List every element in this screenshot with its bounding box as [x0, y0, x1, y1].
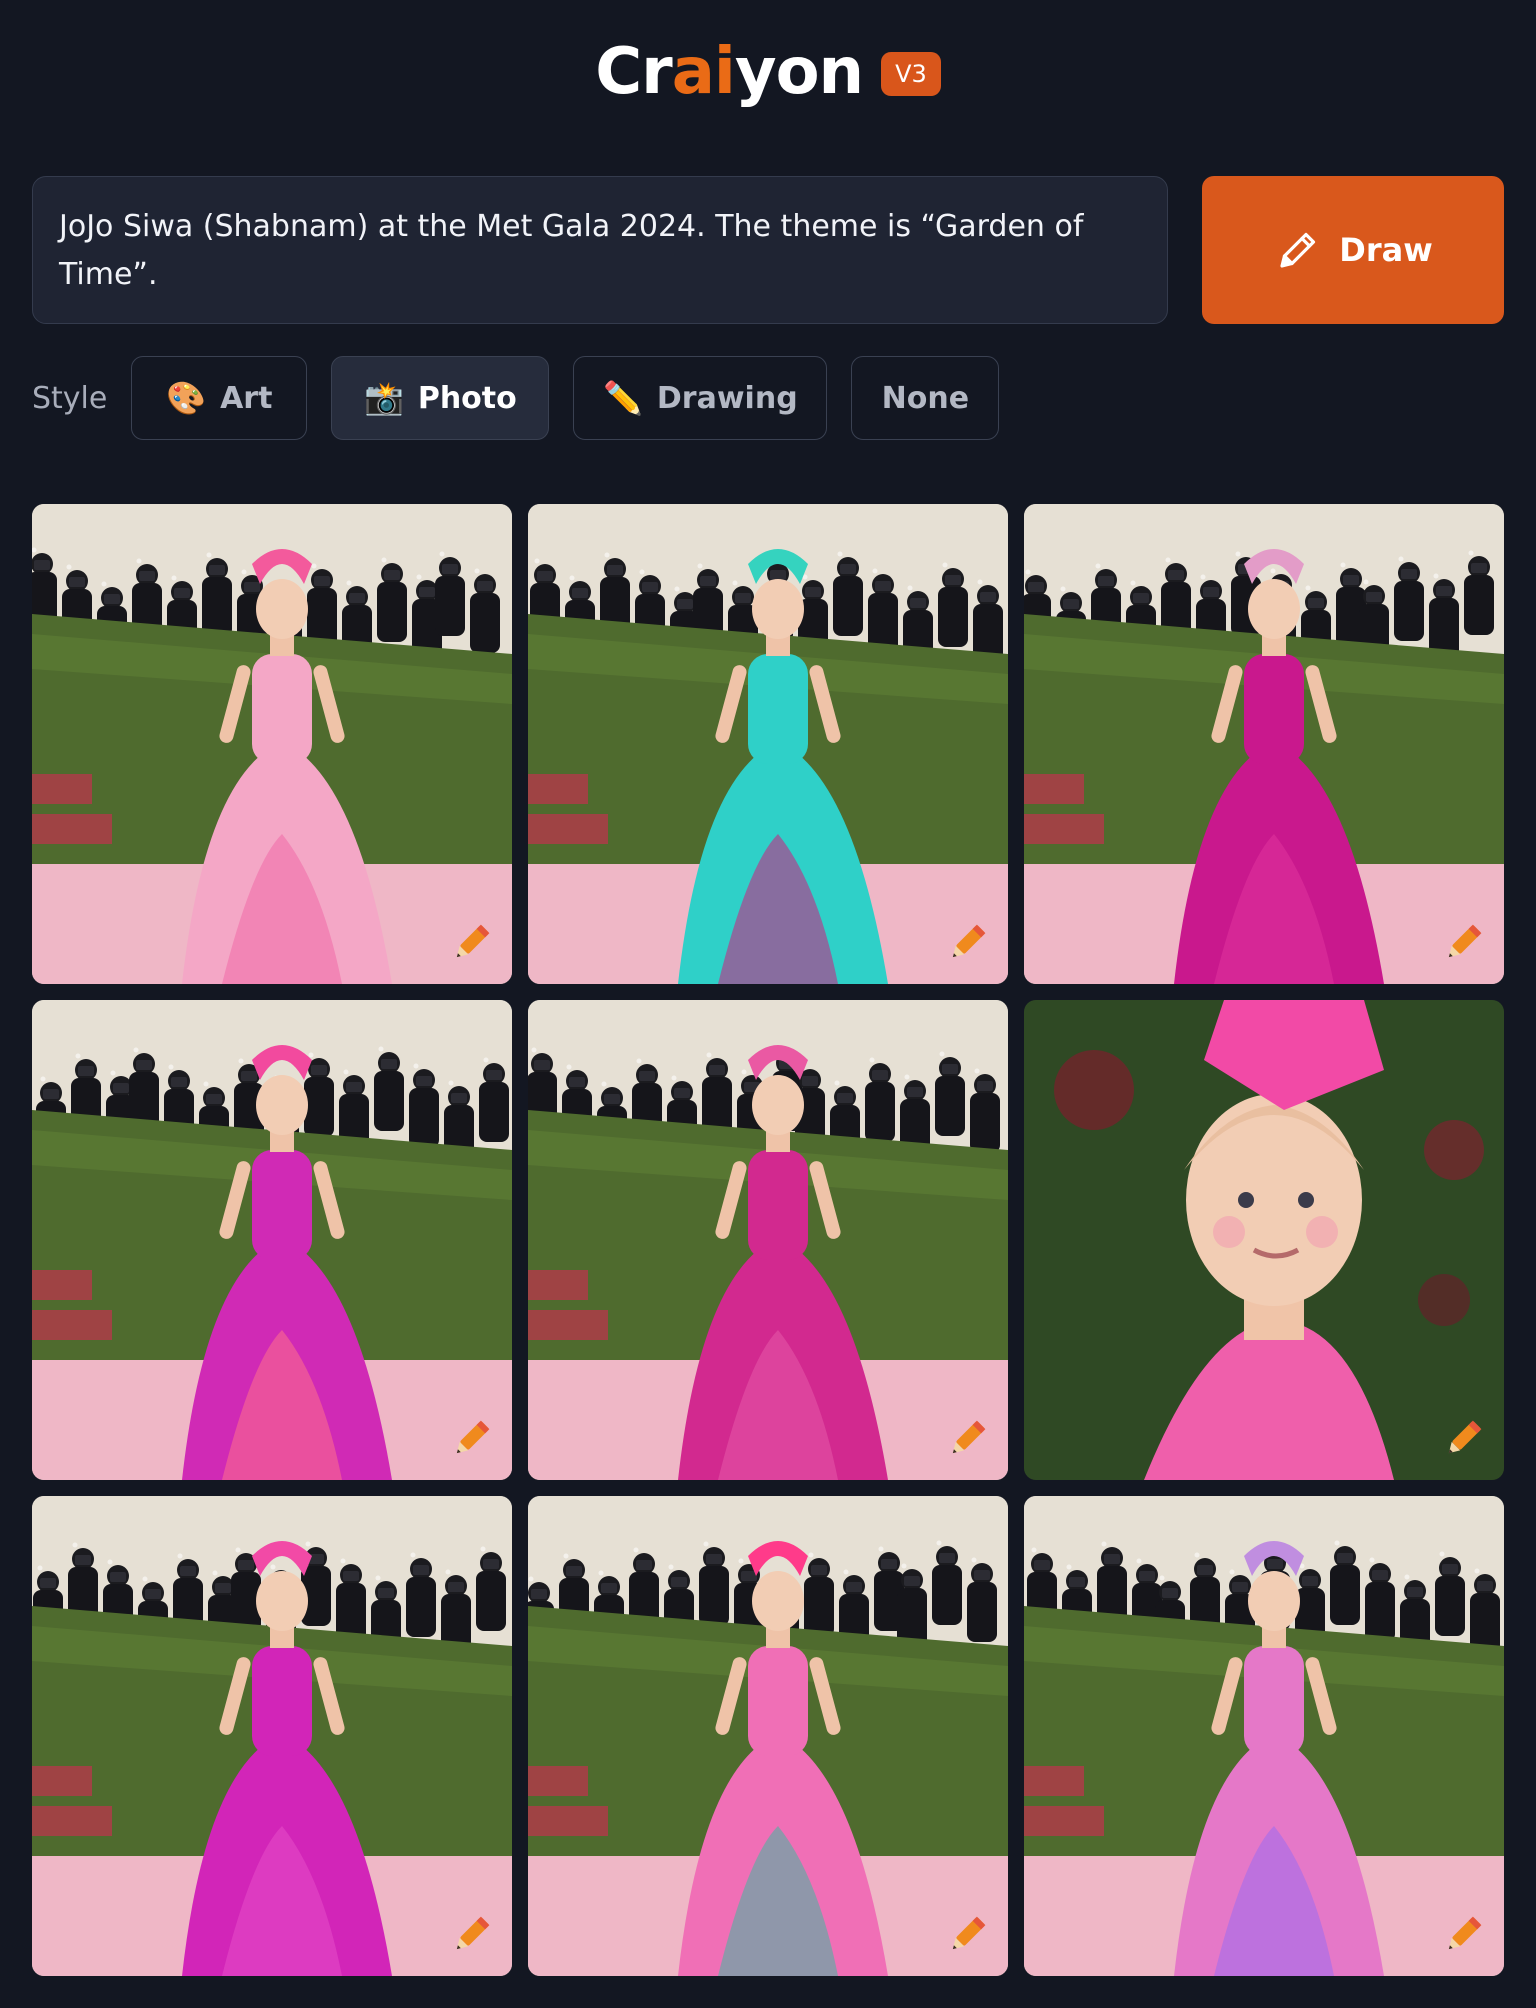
image-preview	[1024, 1496, 1504, 1976]
image-preview	[1024, 1000, 1504, 1480]
generated-image[interactable]	[1024, 504, 1504, 984]
style-option-none[interactable]: None	[851, 356, 1000, 440]
generated-image[interactable]	[1024, 1496, 1504, 1976]
style-option-label: None	[881, 380, 970, 416]
logo: Craiyon V3	[0, 40, 1536, 104]
generated-image[interactable]	[528, 1496, 1008, 1976]
style-option-photo[interactable]: 📸 Photo	[331, 356, 550, 440]
camera-flash-icon: 📸	[363, 379, 404, 417]
style-option-label: Drawing	[656, 380, 798, 416]
pencil-icon: ✏️	[603, 379, 643, 417]
image-preview	[32, 1000, 512, 1480]
style-selector: Style 🎨 Art 📸 Photo ✏️ Drawing None	[32, 356, 1023, 440]
prompt-input[interactable]: JoJo Siwa (Shabnam) at the Met Gala 2024…	[32, 176, 1168, 324]
style-label: Style	[32, 380, 108, 416]
pencil-icon[interactable]	[944, 1912, 990, 1958]
style-option-label: Photo	[417, 380, 517, 416]
style-option-art[interactable]: 🎨 Art	[131, 356, 308, 440]
generated-image[interactable]	[32, 1000, 512, 1480]
style-option-drawing[interactable]: ✏️ Drawing	[573, 356, 828, 440]
logo-wordmark: Craiyon	[595, 35, 864, 109]
image-preview	[32, 504, 512, 984]
image-preview	[32, 1496, 512, 1976]
image-preview	[1024, 504, 1504, 984]
pencil-icon	[1280, 232, 1316, 268]
pencil-icon[interactable]	[1440, 1416, 1486, 1462]
generated-image[interactable]	[1024, 1000, 1504, 1480]
generated-image[interactable]	[528, 504, 1008, 984]
pencil-icon[interactable]	[448, 1912, 494, 1958]
pencil-icon[interactable]	[448, 920, 494, 966]
generated-image[interactable]	[32, 1496, 512, 1976]
pencil-icon[interactable]	[1440, 1912, 1486, 1958]
generated-image[interactable]	[32, 504, 512, 984]
version-badge: V3	[881, 52, 941, 96]
pencil-icon[interactable]	[944, 920, 990, 966]
image-grid	[32, 504, 1504, 1976]
image-preview	[528, 504, 1008, 984]
palette-icon: 🎨	[166, 379, 207, 417]
generated-image[interactable]	[528, 1000, 1008, 1480]
draw-button-label: Draw	[1339, 231, 1433, 269]
style-option-label: Art	[220, 380, 273, 416]
image-preview	[528, 1000, 1008, 1480]
pencil-icon[interactable]	[1440, 920, 1486, 966]
draw-button[interactable]: Draw	[1202, 176, 1504, 324]
pencil-icon[interactable]	[448, 1416, 494, 1462]
pencil-icon[interactable]	[944, 1416, 990, 1462]
image-preview	[528, 1496, 1008, 1976]
